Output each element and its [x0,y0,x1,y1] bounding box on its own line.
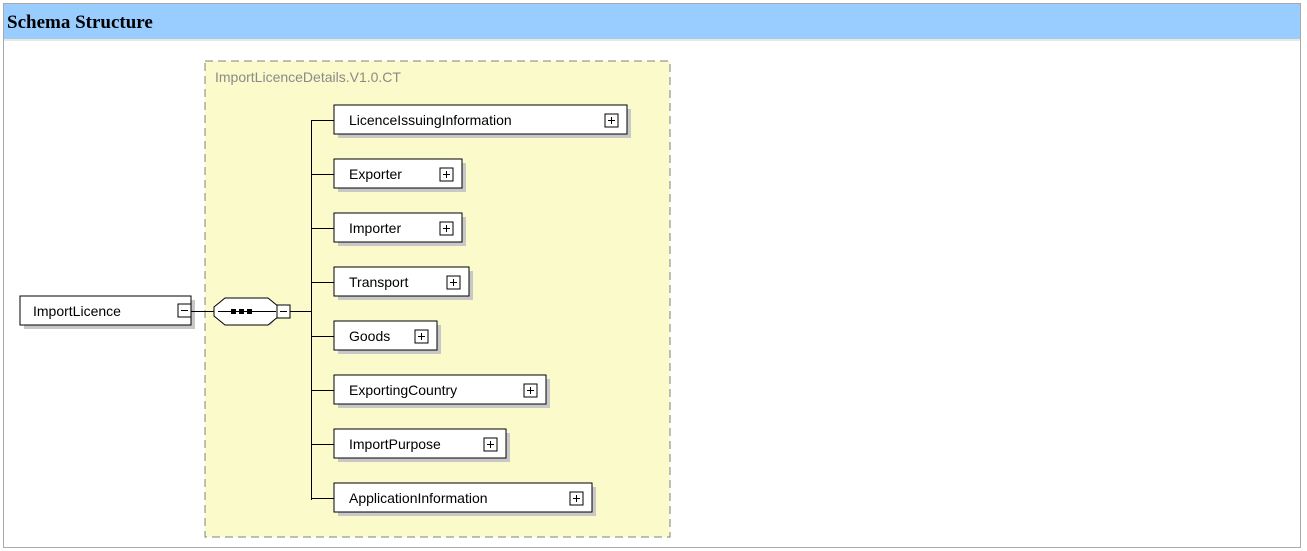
element-label-licenceissuinginformation: LicenceIssuingInformation [349,112,512,128]
element-label-importpurpose: ImportPurpose [349,436,441,452]
expand-icon[interactable] [414,329,429,344]
schema-diagram [19,60,671,538]
expand-icon[interactable] [446,275,461,290]
expand-icon[interactable] [604,113,619,128]
element-label-applicationinformation: ApplicationInformation [349,490,488,506]
root-collapse-icon[interactable] [177,303,192,318]
expand-icon[interactable] [483,437,498,452]
element-label-exporter: Exporter [349,166,402,182]
element-label-importer: Importer [349,220,402,236]
element-label-transport: Transport [349,274,409,290]
element-label-goods: Goods [349,328,391,344]
element-label-exportingcountry: ExportingCountry [349,382,458,398]
expand-icon[interactable] [439,221,454,236]
expand-icon[interactable] [523,383,538,398]
sequence-compositor-icon[interactable] [213,297,282,326]
sequence-collapse-icon[interactable] [276,304,291,319]
expand-icon[interactable] [569,491,584,506]
complex-type-label: ImportLicenceDetails.V1.0.CT [215,69,401,85]
expand-icon[interactable] [439,167,454,182]
root-element-label: ImportLicence [33,303,121,319]
